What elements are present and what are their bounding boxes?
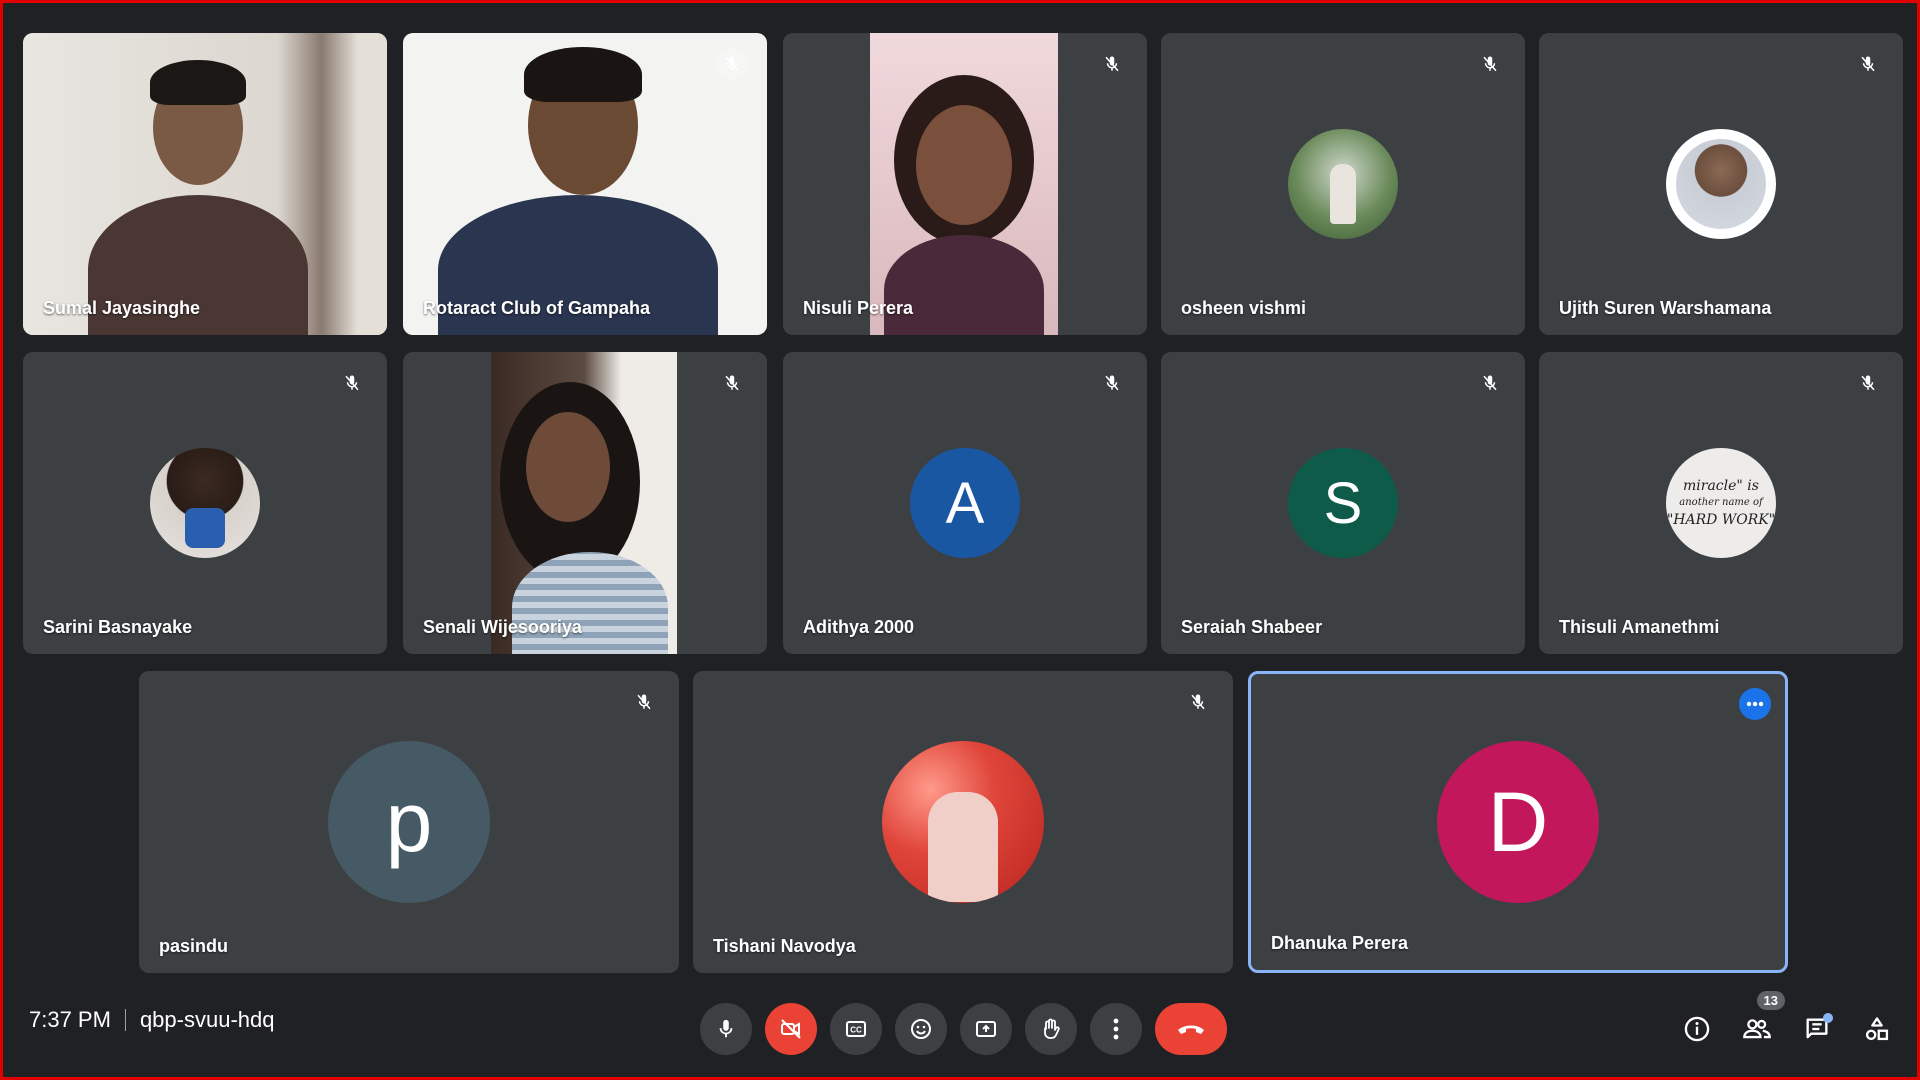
muted-icon [1473,47,1507,81]
participant-name: Sumal Jayasinghe [43,298,201,318]
participant-tile[interactable]: miracle" is another name of "HARD WORK" … [1539,352,1903,654]
participant-name: Sarini Basnayake [43,617,193,637]
raise-hand-button[interactable] [1025,1003,1077,1055]
camera-off-icon [781,1019,801,1039]
participant-tile[interactable]: osheen vishmi [1161,33,1525,335]
avatar: miracle" is another name of "HARD WORK" [1666,448,1776,558]
avatar [1288,129,1398,239]
participant-name: Ujith Suren Warshamana [1559,298,1772,318]
avatar-initial: D [1437,741,1599,903]
participant-name: Nisuli Perera [803,298,914,318]
more-vert-icon [1113,1018,1119,1040]
muted-icon [1095,366,1129,400]
captions-button[interactable]: CC [830,1003,882,1055]
participant-name: osheen vishmi [1181,298,1307,318]
avatar-text-line: "HARD WORK" [1666,512,1776,528]
microphone-button[interactable] [700,1003,752,1055]
end-call-button[interactable] [1155,1003,1227,1055]
avatar-initial: A [910,448,1020,558]
meeting-info-button[interactable] [1677,1009,1717,1049]
more-horiz-icon [1746,701,1764,707]
participant-tile[interactable]: p pasindu [139,671,679,973]
participant-name: Tishani Navodya [713,936,856,956]
muted-icon [715,366,749,400]
more-options-button[interactable] [1090,1003,1142,1055]
raise-hand-icon [1044,1018,1060,1039]
end-call-icon [1178,1025,1204,1034]
info-icon [1684,1016,1710,1042]
avatar-initial: S [1288,448,1398,558]
activities-button[interactable] [1857,1009,1897,1049]
more-options-button[interactable] [1739,688,1771,720]
muted-icon [335,366,369,400]
emoji-icon [911,1019,931,1039]
present-screen-button[interactable] [960,1003,1012,1055]
people-button[interactable]: 13 [1737,991,1785,1049]
tile-row-1: Sumal Jayasinghe Rotaract Club of Gampah… [3,33,1917,335]
participant-tile[interactable]: Ujith Suren Warshamana [1539,33,1903,335]
participant-tile-active[interactable]: D Dhanuka Perera [1248,671,1788,973]
video-feed [23,33,387,335]
video-feed [870,33,1058,335]
meeting-info: 7:37 PM qbp-svuu-hdq [29,1007,274,1033]
participant-tile[interactable]: Senali Wijesooriya [403,352,767,654]
muted-icon [1851,366,1885,400]
participant-name: Thisuli Amanethmi [1559,617,1720,637]
activities-icon [1865,1017,1889,1041]
muted-icon [1851,47,1885,81]
video-feed [491,352,677,654]
avatar [1666,129,1776,239]
emoji-reactions-button[interactable] [895,1003,947,1055]
participant-name: pasindu [159,936,229,956]
avatar-text-line: miracle" is [1683,478,1759,494]
meeting-time: 7:37 PM [29,1007,111,1032]
meeting-code: qbp-svuu-hdq [139,1007,275,1032]
captions-icon: CC [846,1021,866,1037]
avatar [882,741,1044,903]
bottom-control-bar: 7:37 PM qbp-svuu-hdq CC 13 [3,967,1917,1077]
present-screen-icon [976,1021,996,1037]
participant-tile[interactable]: Tishani Navodya [693,671,1233,973]
participant-name: Seraiah Shabeer [1181,617,1323,637]
participant-name: Rotaract Club of Gampaha [423,298,651,318]
camera-toggle-button[interactable] [765,1003,817,1055]
participant-tile[interactable]: Rotaract Club of Gampaha [403,33,767,335]
participant-tile[interactable]: S Seraiah Shabeer [1161,352,1525,654]
avatar-text-line: another name of [1679,497,1763,508]
participant-name: Senali Wijesooriya [423,617,582,637]
participant-tile[interactable]: Sumal Jayasinghe [23,33,387,335]
muted-icon [715,47,749,81]
chat-button[interactable] [1797,1009,1837,1049]
avatar-initial: p [328,741,490,903]
participant-tile[interactable]: Nisuli Perera [783,33,1147,335]
tile-row-2: Sarini Basnayake Senali Wijesooriya A Ad… [3,352,1917,654]
people-icon [1743,1019,1771,1039]
participant-name: Dhanuka Perera [1271,933,1409,953]
svg-text:CC: CC [850,1026,862,1035]
divider [124,1009,126,1031]
participant-tile[interactable]: A Adithya 2000 [783,352,1147,654]
muted-icon [627,685,661,719]
video-feed [403,33,767,335]
mic-icon [719,1019,733,1038]
tile-row-3: p pasindu Tishani Navodya D Dhanuka Pere… [3,671,1917,973]
participant-name: Adithya 2000 [803,617,915,637]
avatar [150,448,260,558]
muted-icon [1473,366,1507,400]
muted-icon [1181,685,1215,719]
participant-count-badge: 13 [1756,991,1785,1010]
participant-tile[interactable]: Sarini Basnayake [23,352,387,654]
muted-icon [1095,47,1129,81]
unread-dot [1823,1013,1833,1023]
